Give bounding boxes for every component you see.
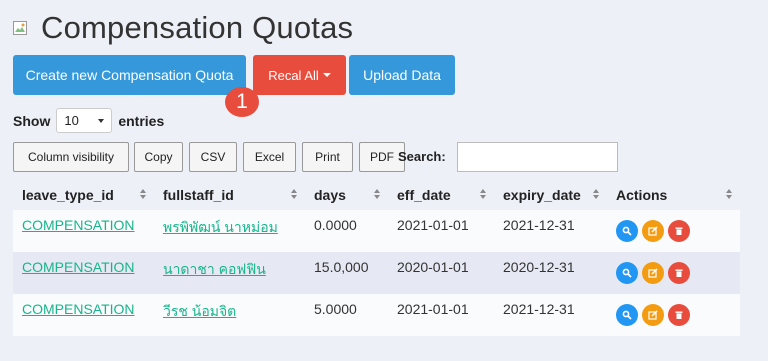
caret-down-icon bbox=[322, 73, 331, 77]
expiry-date-cell: 2021-12-31 bbox=[494, 210, 607, 252]
column-header-days[interactable]: days bbox=[305, 180, 388, 210]
leave-type-link[interactable]: COMPENSATION bbox=[22, 217, 135, 233]
sort-icon bbox=[480, 189, 486, 199]
quota-table: leave_type_id fullstaff_id days eff_date… bbox=[13, 180, 740, 336]
column-header-fullstaff-id[interactable]: fullstaff_id bbox=[154, 180, 305, 210]
trash-icon[interactable] bbox=[668, 262, 690, 284]
leave-type-link[interactable]: COMPENSATION bbox=[22, 259, 135, 275]
table-row: COMPENSATION นาดาชา คอฟฟิน 15.0,000 2020… bbox=[13, 252, 740, 294]
length-control: Show 10 entries bbox=[13, 108, 164, 133]
print-button[interactable]: Print bbox=[302, 142, 353, 172]
search-label: Search: bbox=[398, 149, 446, 164]
table-row: COMPENSATION วีรช น้อมจิต 5.0000 2021-01… bbox=[13, 294, 740, 336]
edit-icon[interactable] bbox=[642, 262, 664, 284]
days-cell: 15.0,000 bbox=[305, 252, 388, 294]
step-badge: 1 bbox=[225, 87, 259, 117]
trash-icon[interactable] bbox=[668, 220, 690, 242]
recal-all-dropdown-button[interactable]: Recal All bbox=[253, 55, 346, 95]
upload-data-button[interactable]: Upload Data bbox=[349, 55, 455, 95]
search-icon[interactable] bbox=[616, 304, 638, 326]
sort-icon bbox=[593, 189, 599, 199]
column-header-actions[interactable]: Actions bbox=[607, 180, 740, 210]
sort-icon bbox=[374, 189, 380, 199]
expiry-date-cell: 2021-12-31 bbox=[494, 294, 607, 336]
broken-image-icon bbox=[13, 21, 27, 35]
search-input[interactable] bbox=[457, 142, 618, 172]
search-icon[interactable] bbox=[616, 262, 638, 284]
days-cell: 0.0000 bbox=[305, 210, 388, 252]
chevron-down-icon bbox=[98, 118, 105, 123]
show-label: Show bbox=[13, 112, 51, 129]
entries-select-value: 10 bbox=[64, 113, 79, 128]
days-cell: 5.0000 bbox=[305, 294, 388, 336]
staff-link[interactable]: พรพิพัฒน์ นาหม่อม bbox=[163, 219, 278, 235]
staff-link[interactable]: นาดาชา คอฟฟิน bbox=[163, 261, 266, 277]
entries-select[interactable]: 10 bbox=[56, 108, 113, 133]
sort-icon bbox=[140, 189, 146, 199]
csv-button[interactable]: CSV bbox=[189, 142, 237, 172]
eff-date-cell: 2020-01-01 bbox=[388, 252, 494, 294]
edit-icon[interactable] bbox=[642, 304, 664, 326]
edit-icon[interactable] bbox=[642, 220, 664, 242]
page-title: Compensation Quotas bbox=[41, 10, 354, 45]
excel-button[interactable]: Excel bbox=[243, 142, 296, 172]
staff-link[interactable]: วีรช น้อมจิต bbox=[163, 303, 236, 319]
column-visibility-button[interactable]: Column visibility bbox=[13, 142, 129, 172]
recal-all-label: Recal All bbox=[268, 67, 319, 83]
trash-icon[interactable] bbox=[668, 304, 690, 326]
leave-type-link[interactable]: COMPENSATION bbox=[22, 301, 135, 317]
page-header: Compensation Quotas bbox=[13, 10, 353, 46]
table-header-row: leave_type_id fullstaff_id days eff_date… bbox=[13, 180, 740, 210]
column-header-expiry-date[interactable]: expiry_date bbox=[494, 180, 607, 210]
column-header-leave-type-id[interactable]: leave_type_id bbox=[13, 180, 154, 210]
entries-label: entries bbox=[118, 112, 165, 129]
eff-date-cell: 2021-01-01 bbox=[388, 210, 494, 252]
search-icon[interactable] bbox=[616, 220, 638, 242]
copy-button[interactable]: Copy bbox=[134, 142, 183, 172]
sort-icon bbox=[291, 189, 297, 199]
column-header-eff-date[interactable]: eff_date bbox=[388, 180, 494, 210]
sort-icon bbox=[726, 189, 732, 199]
eff-date-cell: 2021-01-01 bbox=[388, 294, 494, 336]
table-row: COMPENSATION พรพิพัฒน์ นาหม่อม 0.0000 20… bbox=[13, 210, 740, 252]
expiry-date-cell: 2020-12-31 bbox=[494, 252, 607, 294]
create-compensation-quota-button[interactable]: Create new Compensation Quota bbox=[13, 55, 246, 95]
